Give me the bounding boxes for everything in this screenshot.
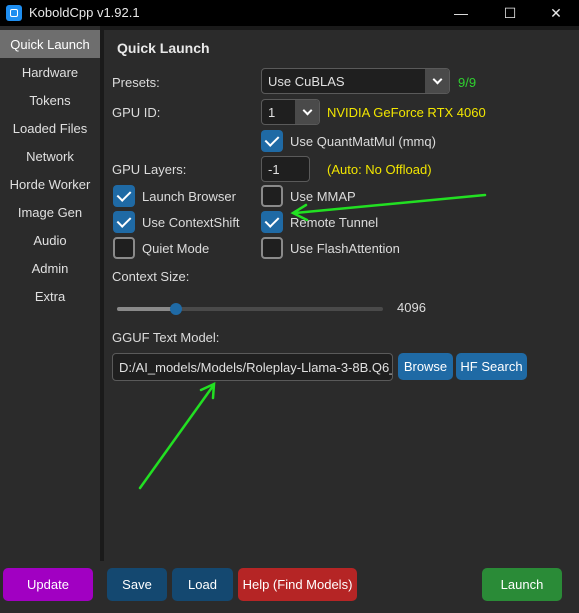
gguf-model-input[interactable]: D:/AI_models/Models/Roleplay-Llama-3-8B.… [112,353,393,381]
update-button[interactable]: Update [3,568,93,601]
use-contextshift-checkbox[interactable] [113,211,135,233]
presets-count: 9/9 [458,75,477,90]
title-bar: KoboldCpp v1.92.1 — ☐ ✕ [0,0,579,26]
use-contextshift-label: Use ContextShift [142,215,240,230]
quantmatmul-checkbox[interactable] [261,130,283,152]
sidebar-item-hardware[interactable]: Hardware [0,58,100,86]
help-find-models-button[interactable]: Help (Find Models) [238,568,357,601]
gpu-id-dropdown[interactable]: 1 [261,99,320,125]
use-flashattention-label: Use FlashAttention [290,241,400,256]
page-title: Quick Launch [117,40,210,56]
save-button[interactable]: Save [107,568,167,601]
gpu-id-label: GPU ID: [112,105,161,120]
quiet-mode-checkbox[interactable] [113,237,135,259]
sidebar-item-network[interactable]: Network [0,142,100,170]
context-size-label: Context Size: [112,269,190,284]
sidebar-item-quick-launch[interactable]: Quick Launch [0,30,100,58]
gguf-model-label: GGUF Text Model: [112,330,220,345]
presets-label: Presets: [112,75,160,90]
maximize-icon[interactable]: ☐ [487,0,533,26]
context-size-slider-handle[interactable] [169,303,182,315]
gpu-layers-input[interactable]: -1 [261,156,310,182]
launch-browser-label: Launch Browser [142,189,236,204]
sidebar-item-audio[interactable]: Audio [0,226,100,254]
launch-button[interactable]: Launch [482,568,562,601]
use-mmap-checkbox[interactable] [261,185,283,207]
sidebar-item-extra[interactable]: Extra [0,282,100,310]
gpu-layers-hint: (Auto: No Offload) [327,162,432,177]
context-size-slider[interactable] [117,303,383,315]
load-button[interactable]: Load [172,568,233,601]
chevron-down-icon[interactable] [295,100,319,124]
context-size-slider-fill [117,307,176,311]
presets-dropdown[interactable]: Use CuBLAS [261,68,450,94]
sidebar-item-admin[interactable]: Admin [0,254,100,282]
context-size-value: 4096 [397,300,426,315]
quantmatmul-label: Use QuantMatMul (mmq) [290,134,436,149]
gguf-model-path: D:/AI_models/Models/Roleplay-Llama-3-8B.… [119,359,392,375]
gpu-device-name: NVIDIA GeForce RTX 4060 [327,105,486,120]
remote-tunnel-label: Remote Tunnel [290,215,379,230]
sidebar-item-image-gen[interactable]: Image Gen [0,198,100,226]
browse-button[interactable]: Browse [398,353,453,380]
sidebar-item-tokens[interactable]: Tokens [0,86,100,114]
sidebar-item-loaded-files[interactable]: Loaded Files [0,114,100,142]
app-icon [6,5,22,21]
minimize-icon[interactable]: — [438,0,484,26]
use-flashattention-checkbox[interactable] [261,237,283,259]
sidebar-item-horde-worker[interactable]: Horde Worker [0,170,100,198]
remote-tunnel-checkbox[interactable] [261,211,283,233]
presets-value: Use CuBLAS [268,73,345,89]
quiet-mode-label: Quiet Mode [142,241,210,256]
gpu-layers-label: GPU Layers: [112,162,187,177]
hf-search-button[interactable]: HF Search [456,353,527,380]
gpu-id-value: 1 [268,104,276,120]
chevron-down-icon[interactable] [425,69,449,93]
launch-browser-checkbox[interactable] [113,185,135,207]
close-icon[interactable]: ✕ [533,0,579,26]
gpu-layers-value: -1 [268,161,280,177]
window-title: KoboldCpp v1.92.1 [29,5,140,20]
use-mmap-label: Use MMAP [290,189,356,204]
sidebar: Quick Launch Hardware Tokens Loaded File… [0,26,100,561]
